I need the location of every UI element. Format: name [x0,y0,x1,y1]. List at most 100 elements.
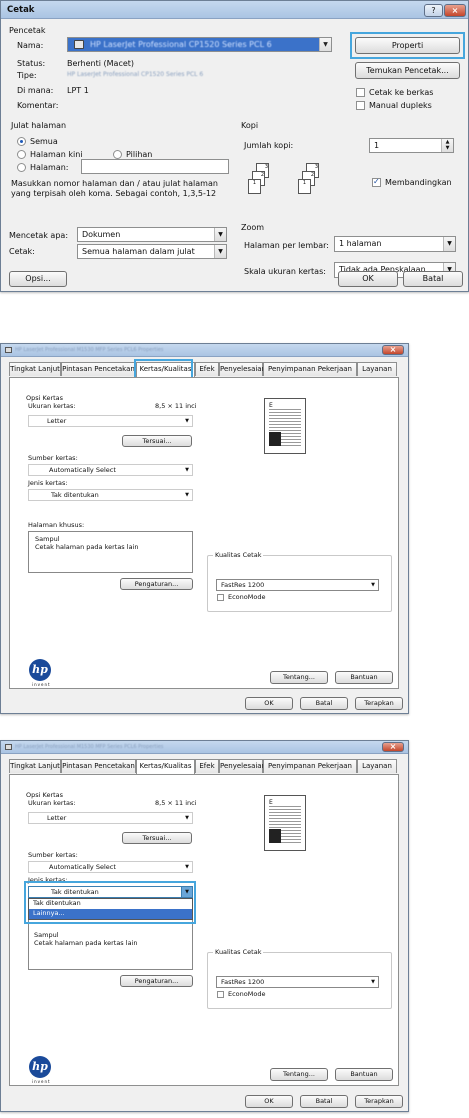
printer-name-value: HP LaserJet Professional CP1520 Series P… [90,40,272,49]
type-dropdown-list[interactable]: Tak ditentukan Lainnya... [28,898,193,920]
where-value: LPT 1 [67,86,89,95]
range-pages-input[interactable] [81,159,229,174]
paper-size-select[interactable]: Letter ▼ [28,415,193,427]
collate-page-icon: 1 [248,179,261,194]
print-quality-label: Kualitas Cetak [213,948,264,956]
tab-shortcuts[interactable]: Pintasan Pencetakan [61,759,136,773]
custom-size-button[interactable]: Tersuai... [122,832,192,844]
page-preview-icon: E [264,795,306,851]
special-item-cover[interactable]: Sampul [35,535,186,543]
tab-effects[interactable]: Efek [195,759,219,773]
hp-logo: hp [29,1056,51,1078]
tab-advanced[interactable]: Tingkat Lanjut [9,759,61,773]
help-button[interactable]: ? [424,4,443,17]
props-dialog-title: HP LaserJet Professional M1530 MFP Serie… [15,744,164,750]
options-button[interactable]: Opsi... [9,271,67,287]
chevron-down-icon: ▼ [185,418,189,424]
properties-button[interactable]: Properti [355,37,460,54]
print-quality-select[interactable]: FastRes 1200 ▼ [216,976,379,988]
find-printer-button[interactable]: Temukan Pencetak... [355,62,460,79]
page-range-group-label: Julat halaman [11,121,67,130]
props-cancel-button[interactable]: Batal [300,1095,348,1108]
props-close-button[interactable]: × [382,742,404,752]
tab-paper-quality[interactable]: Kertas/Kualitas [136,362,195,377]
special-pages-label: Halaman khusus: [28,521,85,529]
special-pages-list[interactable]: Sampul Cetak halaman pada kertas lain [28,531,193,573]
tab-finishing[interactable]: Penyelesaian [219,362,266,376]
print-select[interactable]: Semua halaman dalam julat ▼ [77,244,227,259]
print-ok-button[interactable]: OK [338,271,398,287]
tab-job-storage[interactable]: Penyimpanan Pekerjaan [263,759,357,773]
print-quality-select[interactable]: FastRes 1200 ▼ [216,579,379,591]
props-ok-button[interactable]: OK [245,697,293,710]
type-select[interactable]: Tak ditentukan ▼ [28,489,193,501]
tab-advanced[interactable]: Tingkat Lanjut [9,362,61,376]
status-label: Status: [17,59,46,68]
print-what-select[interactable]: Dokumen ▼ [77,227,227,242]
spinner-icon[interactable]: ▲ ▼ [441,139,453,152]
props-close-button[interactable]: × [382,345,404,355]
range-selection-radio[interactable] [113,150,122,159]
collate-checkbox[interactable] [372,177,381,187]
close-button[interactable]: × [444,4,466,17]
source-select[interactable]: Automatically Select ▼ [28,861,193,873]
range-all-label: Semua [30,137,58,146]
range-current-radio[interactable] [17,150,26,159]
tab-paper-quality[interactable]: Kertas/Kualitas [136,759,195,774]
paper-options-label: Opsi Kertas [26,394,64,402]
economode-checkbox[interactable] [217,594,224,601]
special-settings-button[interactable]: Pengaturan... [120,975,193,987]
pages-per-sheet-select[interactable]: 1 halaman ▼ [334,236,456,252]
print-to-file-checkbox[interactable] [356,88,365,97]
tab-shortcuts[interactable]: Pintasan Pencetakan [61,362,136,376]
about-button[interactable]: Tentang... [270,1068,328,1081]
special-pages-list[interactable] [28,920,193,970]
print-cancel-button[interactable]: Batal [403,271,463,287]
tab-effects[interactable]: Efek [195,362,219,376]
type-value: HP LaserJet Professional CP1520 Series P… [67,71,204,78]
zoom-group-label: Zoom [241,223,265,232]
custom-size-button[interactable]: Tersuai... [122,435,192,447]
source-select[interactable]: Automatically Select ▼ [28,464,193,476]
help-button[interactable]: Bantuan [335,1068,393,1081]
comment-label: Komentar: [17,101,59,110]
type-option-other[interactable]: Lainnya... [29,909,192,919]
tab-services[interactable]: Layanan [357,362,397,376]
range-current-label: Halaman kini [30,150,83,159]
print-dialog: Cetak ? × Pencetak Nama: HP LaserJet Pro… [0,0,469,292]
collate-label: Membandingkan [385,178,452,187]
paper-quality-panel: Opsi Kertas Ukuran kertas: 8,5 × 11 inci… [9,377,399,689]
paper-size-select[interactable]: Letter ▼ [28,812,193,824]
paper-options-label: Opsi Kertas [26,791,64,799]
about-button[interactable]: Tentang... [270,671,328,684]
manual-duplex-checkbox[interactable] [356,101,365,110]
chevron-down-icon: ▼ [214,228,226,241]
chevron-down-icon: ▼ [185,467,189,473]
economode-label: EconoMode [228,990,266,998]
special-settings-button[interactable]: Pengaturan... [120,578,193,590]
economode-checkbox[interactable] [217,991,224,998]
copies-input[interactable]: 1 ▲ ▼ [369,138,454,153]
tab-strip: Tingkat Lanjut Pintasan Pencetakan Kerta… [9,362,405,378]
help-button[interactable]: Bantuan [335,671,393,684]
scale-label: Skala ukuran kertas: [244,267,326,276]
printer-name-select[interactable]: HP LaserJet Professional CP1520 Series P… [67,37,332,52]
copies-value: 1 [374,141,380,150]
tab-services[interactable]: Layanan [357,759,397,773]
hp-logo: hp [29,659,51,681]
props-apply-button[interactable]: Terapkan [355,697,403,710]
print-what-label: Mencetak apa: [9,231,69,240]
range-selection-label: Pilihan [126,150,153,159]
special-item-other-paper[interactable]: Cetak halaman pada kertas lain [35,543,186,551]
props-cancel-button[interactable]: Batal [300,697,348,710]
tab-job-storage[interactable]: Penyimpanan Pekerjaan [263,362,357,376]
chevron-down-icon: ▼ [185,492,189,498]
type-select[interactable]: Tak ditentukan ▼ [28,886,193,898]
range-all-radio[interactable] [17,137,26,146]
props-apply-button[interactable]: Terapkan [355,1095,403,1108]
hp-tagline: invent [32,682,51,687]
type-option-unspecified[interactable]: Tak ditentukan [29,899,192,909]
range-pages-radio[interactable] [17,163,26,172]
tab-finishing[interactable]: Penyelesaian [219,759,266,773]
props-ok-button[interactable]: OK [245,1095,293,1108]
